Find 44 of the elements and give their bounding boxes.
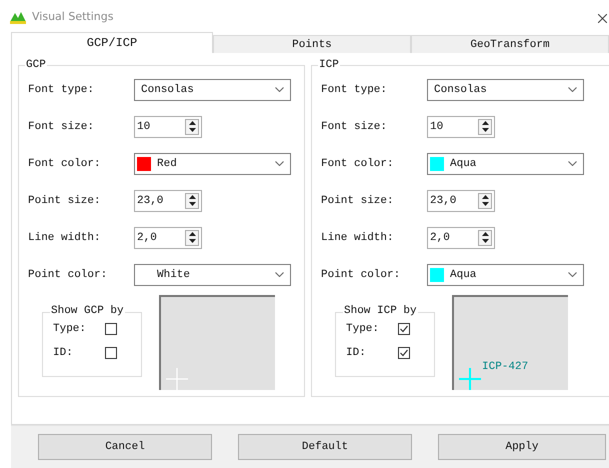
field-label: Font size: <box>321 120 388 132</box>
field-label: Font color: <box>321 158 395 170</box>
checkbox-label: ID: <box>53 347 74 359</box>
dialog-button[interactable]: Default <box>238 434 412 460</box>
checkbox-label: Type: <box>53 323 88 335</box>
checkbox[interactable] <box>105 323 117 335</box>
checkbox[interactable] <box>105 347 117 359</box>
field-label: Line width: <box>321 232 395 244</box>
dropdown[interactable]: Red <box>134 152 291 174</box>
field-label: Point size: <box>321 194 395 206</box>
point-label: ICP-427 <box>482 361 528 373</box>
tab[interactable]: GCP/ICP <box>11 32 213 53</box>
chevron-down-icon <box>275 87 284 92</box>
dropdown[interactable]: Aqua <box>427 152 584 174</box>
app-logo-icon <box>10 10 26 24</box>
group-title: Show ICP by <box>343 305 418 317</box>
tab[interactable]: Points <box>212 35 411 53</box>
chevron-down-icon <box>275 272 284 277</box>
window-title: Visual Settings <box>32 10 114 23</box>
tab[interactable]: GeoTransform <box>410 35 609 53</box>
group-title: Show GCP by <box>50 305 125 317</box>
field-label: Font type: <box>321 84 388 96</box>
dropdown[interactable]: Consolas <box>427 78 584 100</box>
dropdown[interactable]: White <box>134 264 291 286</box>
dialog-button[interactable]: Apply <box>438 434 606 460</box>
checkbox[interactable] <box>398 347 410 359</box>
field-label: Line width: <box>28 232 102 244</box>
dialog-button[interactable]: Cancel <box>38 434 212 460</box>
checkbox-label: ID: <box>346 347 367 359</box>
checkbox[interactable] <box>398 323 410 335</box>
chevron-down-icon <box>568 272 577 277</box>
field-label: Point color: <box>28 268 108 280</box>
dropdown[interactable]: Consolas <box>134 78 291 100</box>
checkbox-label: Type: <box>346 323 380 335</box>
chevron-down-icon <box>275 161 284 166</box>
dropdown[interactable]: Aqua <box>427 264 584 286</box>
chevron-down-icon <box>568 87 577 92</box>
close-icon[interactable] <box>598 14 607 23</box>
field-label: Point color: <box>321 268 402 280</box>
field-label: Font size: <box>28 120 96 132</box>
chevron-down-icon <box>568 161 577 166</box>
field-label: Point size: <box>28 194 102 206</box>
field-label: Font color: <box>28 158 102 170</box>
field-label: Font type: <box>28 84 96 96</box>
